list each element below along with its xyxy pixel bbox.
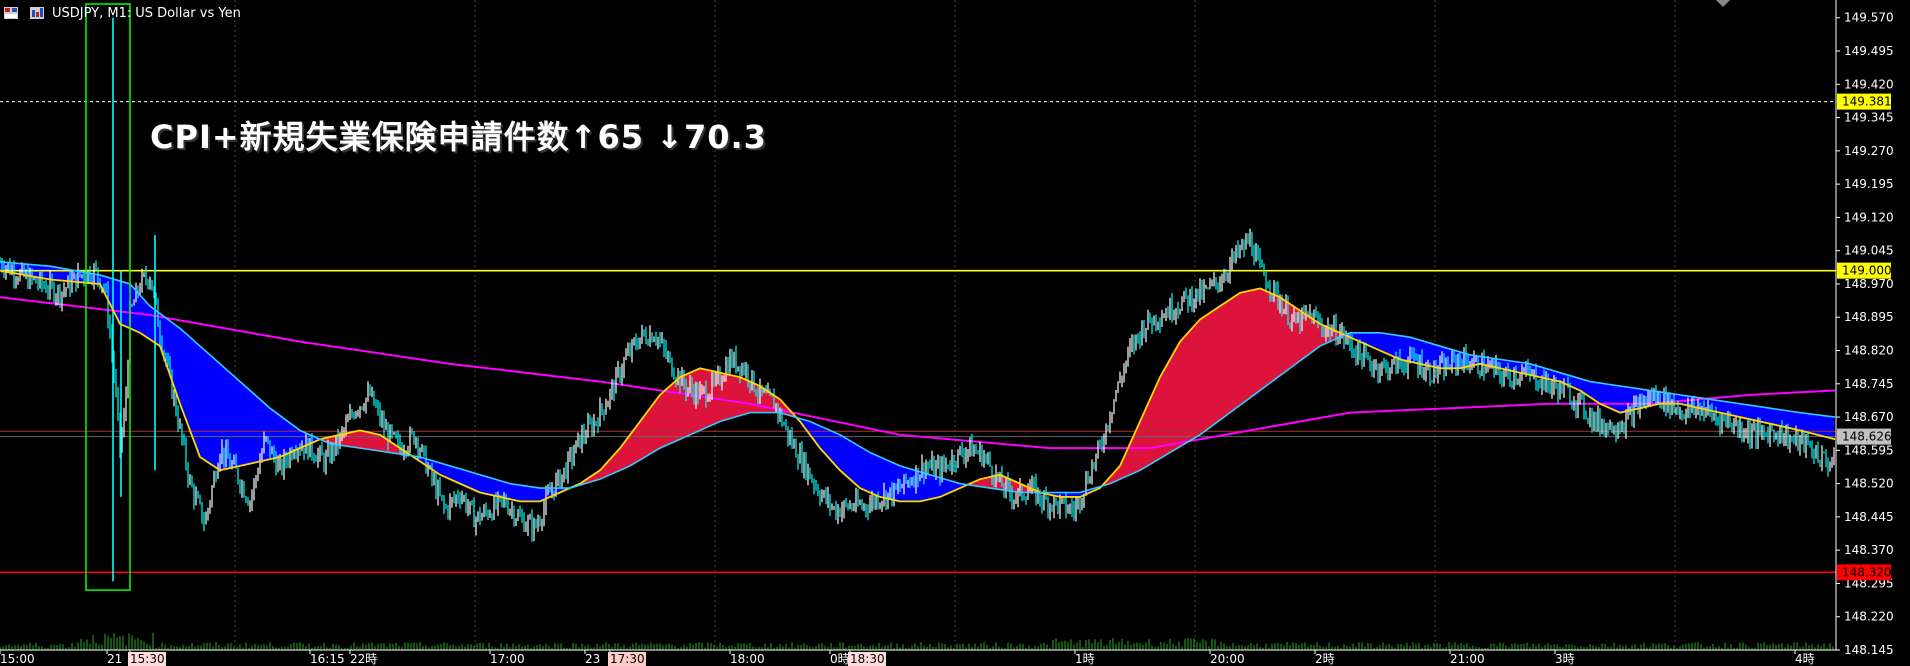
symbol-description: US Dollar vs Yen: [135, 5, 241, 21]
chart-header: USDJPY, M1: US Dollar vs Yen: [0, 0, 241, 26]
y-tick-label: 149.345: [1844, 111, 1894, 125]
x-tick-label: 18:30: [850, 652, 885, 666]
x-tick-label: 2時: [1315, 652, 1335, 666]
x-tick-label: 21: [107, 652, 122, 666]
y-tick-label: 148.745: [1844, 377, 1894, 391]
annotation-text: CPI+新規失業保険申請件数↑65 ↓70.3: [150, 118, 767, 156]
price-label-text: 148.626: [1842, 430, 1892, 444]
x-tick-label: 1時: [1075, 652, 1095, 666]
y-tick-label: 149.045: [1844, 244, 1894, 258]
x-tick-label: 22時: [350, 652, 377, 666]
y-tick-label: 148.520: [1844, 477, 1894, 491]
y-tick-label: 148.970: [1844, 277, 1894, 291]
price-label-text: 149.381: [1842, 95, 1892, 109]
price-label-text: 149.000: [1842, 264, 1892, 278]
y-tick-label: 148.895: [1844, 310, 1894, 324]
y-tick-label: 149.120: [1844, 210, 1894, 224]
y-tick-label: 148.595: [1844, 443, 1894, 457]
x-tick-label: 23: [585, 652, 600, 666]
y-tick-label: 148.820: [1844, 344, 1894, 358]
price-label-text: 148.320: [1842, 565, 1892, 579]
x-tick-label: 18:00: [730, 652, 765, 666]
symbol-label: USDJPY, M1:: [52, 5, 132, 21]
x-tick-label: 21:00: [1450, 652, 1485, 666]
x-tick-label: 0時: [830, 652, 850, 666]
y-tick-label: 148.445: [1844, 510, 1894, 524]
y-tick-label: 149.570: [1844, 11, 1894, 25]
y-tick-label: 148.220: [1844, 610, 1894, 624]
x-tick-label: 17:30: [610, 652, 645, 666]
x-tick-label: 15:30: [130, 652, 165, 666]
x-tick-label: 15:00: [0, 652, 35, 666]
x-tick-label: 20:00: [1210, 652, 1245, 666]
cloud-segment: [1831, 416, 1835, 440]
y-tick-label: 149.495: [1844, 44, 1894, 58]
x-tick-label: 4時: [1795, 652, 1815, 666]
y-tick-label: 149.420: [1844, 77, 1894, 91]
y-tick-label: 148.670: [1844, 410, 1894, 424]
price-chart[interactable]: 149.570 149.495 149.420 149.345 149.270 149.1…: [0, 0, 1910, 666]
y-tick-label: 148.370: [1844, 543, 1894, 557]
x-tick-label: 16:15: [310, 652, 345, 666]
y-tick-label: 149.270: [1844, 144, 1894, 158]
x-tick-label: 17:00: [490, 652, 525, 666]
y-tick-label: 148.145: [1844, 643, 1894, 657]
y-tick-label: 149.195: [1844, 177, 1894, 191]
x-tick-label: 3時: [1555, 652, 1575, 666]
chart-window-icon[interactable]: [4, 7, 18, 19]
chart-type-icon[interactable]: [30, 7, 44, 19]
